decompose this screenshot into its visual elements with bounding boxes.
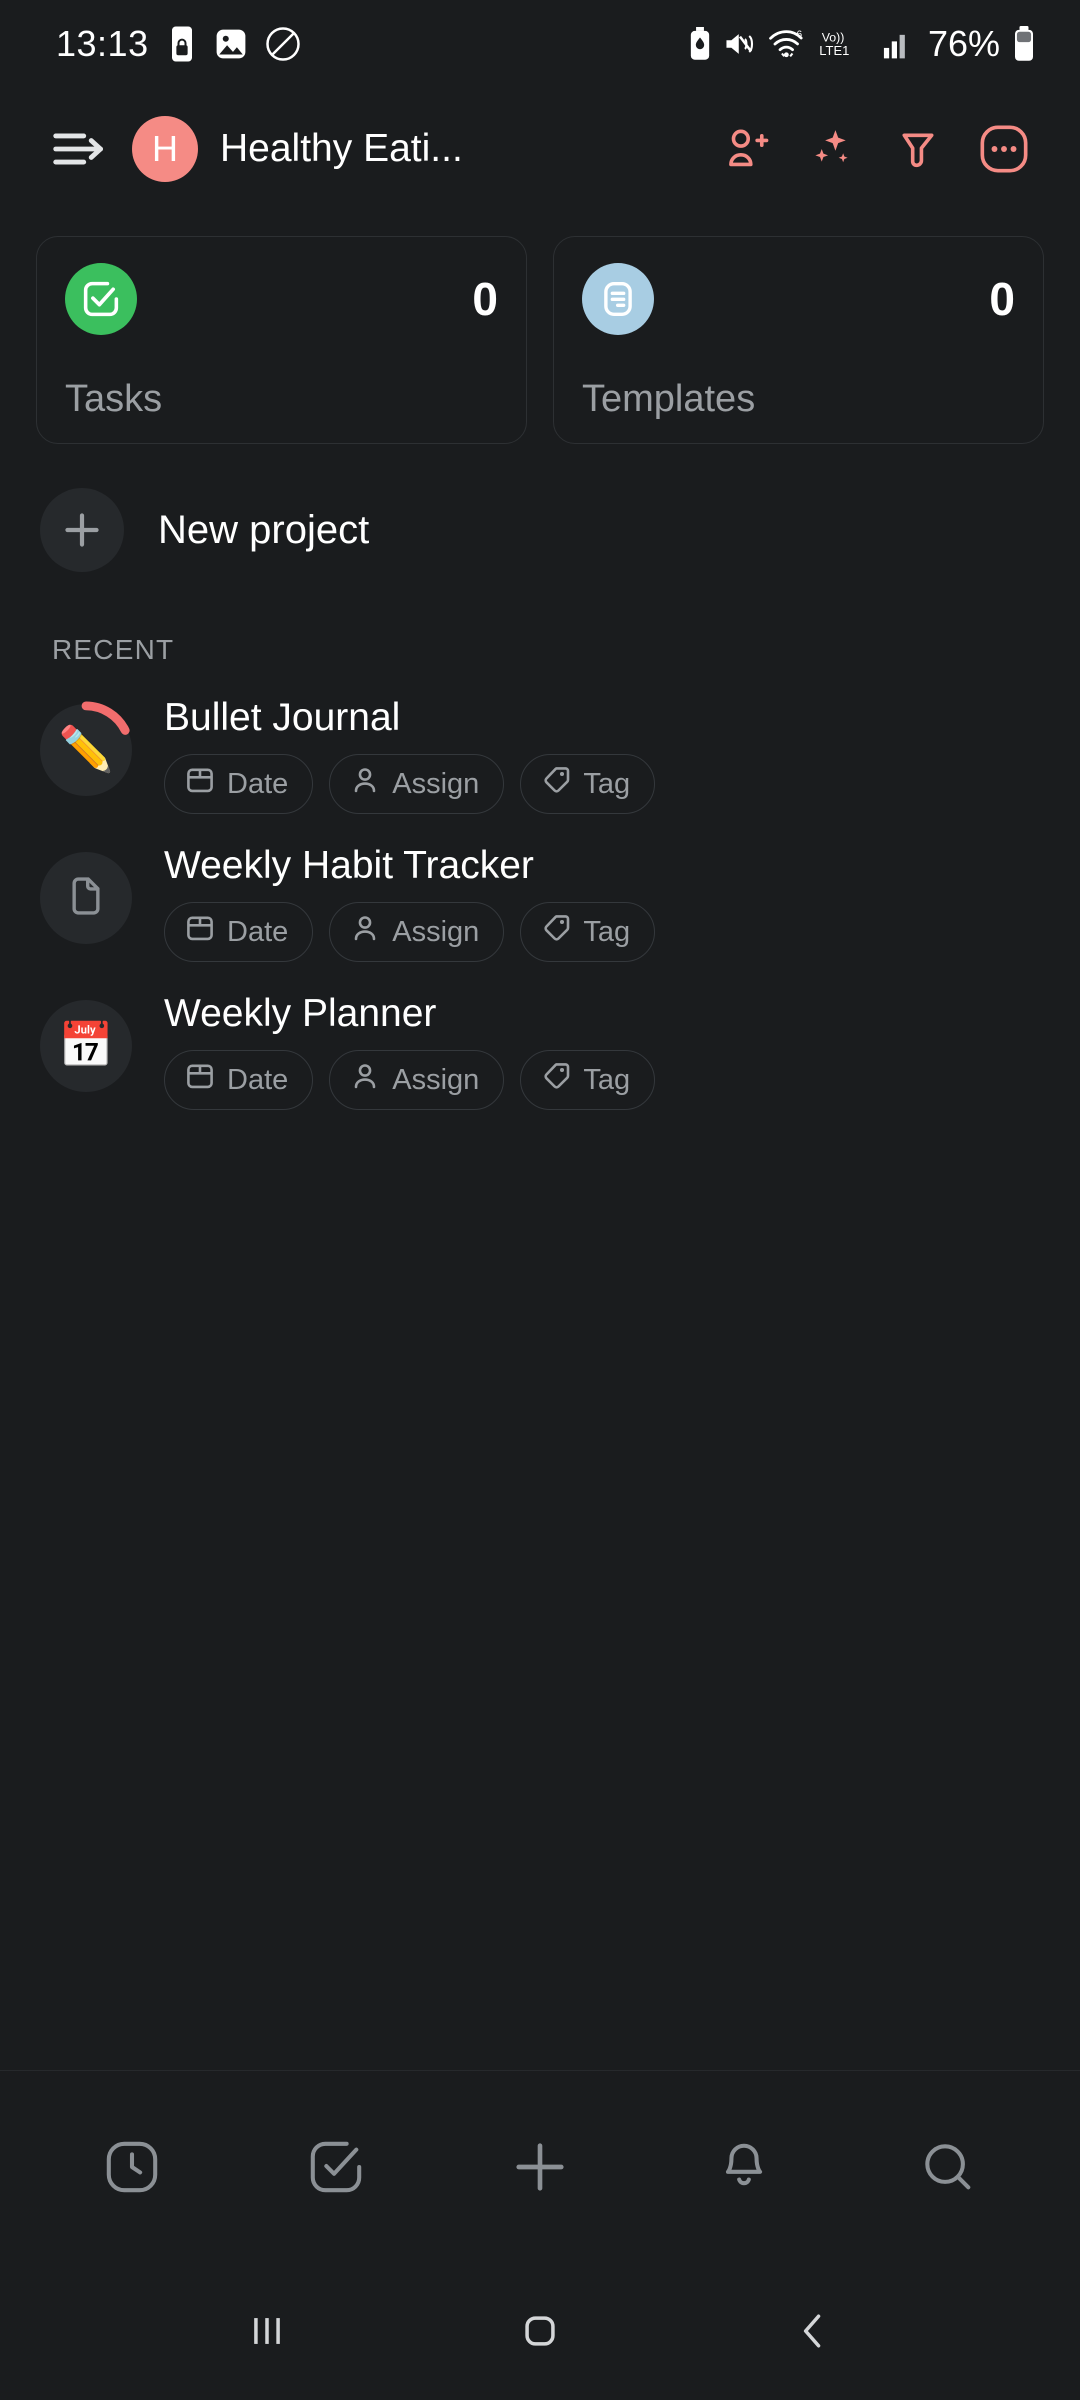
document-lines-icon [582,263,654,335]
person-icon [350,1061,380,1099]
bottom-navigation-bar [0,2070,1080,2262]
svg-text:6: 6 [796,30,802,41]
calendar-icon [185,913,215,951]
project-chips: Date Assign Tag [164,754,656,814]
page-title: Healthy Eati... [220,127,463,170]
search-icon[interactable] [888,2107,1008,2227]
stat-card-top: 0 [65,263,498,335]
project-body: Bullet Journal Date Assign Tag [164,694,656,814]
avatar-letter: H [152,128,178,169]
chip-label: Date [227,767,289,800]
chip-label: Tag [583,915,631,948]
stat-card-templates[interactable]: 0 Templates [553,236,1044,444]
check-square-icon [65,263,137,335]
calendar-icon [185,765,215,803]
calendar-icon [185,1061,215,1099]
battery-saver-icon [688,27,712,61]
stat-card-top: 0 [582,263,1015,335]
status-bar-right: 6 Vo)) LTE1 76% [688,23,1036,65]
home-icon[interactable] [485,2276,595,2386]
status-time: 13:13 [56,23,149,64]
circle-slash-icon [265,26,301,62]
tag-icon [541,1061,571,1099]
chip-assign[interactable]: Assign [329,1050,505,1110]
chip-label: Tag [583,767,631,800]
person-icon [350,913,380,951]
stat-card-tasks[interactable]: 0 Tasks [36,236,527,444]
list-item[interactable]: Weekly Habit Tracker Date Assign Tag [36,828,1044,976]
new-project-button[interactable]: New project [0,444,1080,582]
add-member-icon[interactable] [706,109,786,189]
file-outline-icon [64,874,108,923]
mute-icon [724,29,756,59]
project-avatar [40,852,132,944]
project-name: Weekly Habit Tracker [164,844,534,887]
chip-label: Assign [392,915,480,948]
avatar[interactable]: H [132,116,198,182]
chip-date[interactable]: Date [164,754,314,814]
notifications-bell-icon[interactable] [684,2107,804,2227]
new-project-label: New project [158,507,370,552]
battery-icon [1012,26,1036,62]
recent-clock-icon[interactable] [72,2107,192,2227]
chip-assign[interactable]: Assign [329,902,505,962]
battery-percent: 76% [927,23,1000,64]
wifi-6-icon: 6 [768,27,806,61]
list-item[interactable]: 📅 Weekly Planner Date Assign Tag [36,976,1044,1124]
image-icon [215,27,247,61]
header-actions [706,109,1044,189]
volte-lte1-icon: Vo)) LTE1 [818,27,870,61]
project-name: Weekly Planner [164,992,437,1035]
stat-label: Templates [582,378,756,420]
ai-sparkles-icon[interactable] [792,109,872,189]
stat-cards: 0 Tasks 0 Templates [0,210,1080,444]
project-body: Weekly Habit Tracker Date Assign Tag [164,842,656,962]
svg-text:LTE1: LTE1 [819,43,849,58]
drawer-arrow-icon[interactable] [44,113,116,185]
chip-label: Assign [392,767,480,800]
back-icon[interactable] [758,2276,868,2386]
plus-icon [40,488,124,572]
recents-icon[interactable] [212,2276,322,2386]
chip-label: Assign [392,1063,480,1096]
chip-tag[interactable]: Tag [520,754,656,814]
add-plus-icon[interactable] [480,2107,600,2227]
chip-date[interactable]: Date [164,1050,314,1110]
stat-count: 0 [472,273,498,325]
status-bar: 13:13 6 Vo)) LTE1 76% [0,0,1080,88]
progress-arc-icon [81,701,130,735]
project-avatar: ✏️ [40,701,132,796]
project-body: Weekly Planner Date Assign Tag [164,990,656,1110]
phone-lock-icon [167,25,197,63]
project-name: Bullet Journal [164,696,401,739]
chip-tag[interactable]: Tag [520,1050,656,1110]
calendar-emoji-icon: 📅 [58,1021,114,1070]
list-item[interactable]: ✏️ Bullet Journal Date Assign Tag [36,680,1044,828]
stat-label: Tasks [65,378,163,420]
chip-date[interactable]: Date [164,902,314,962]
chip-label: Date [227,915,289,948]
chip-label: Tag [583,1063,631,1096]
status-bar-left: 13:13 [56,23,301,65]
recent-project-list: ✏️ Bullet Journal Date Assign Tag Weekly… [0,680,1080,1124]
project-avatar: 📅 [40,1000,132,1092]
project-chips: Date Assign Tag [164,902,656,962]
tag-icon [541,913,571,951]
android-navigation-bar [0,2262,1080,2400]
chip-assign[interactable]: Assign [329,754,505,814]
chip-tag[interactable]: Tag [520,902,656,962]
stat-count: 0 [989,273,1015,325]
tasks-check-icon[interactable] [276,2107,396,2227]
signal-bars-icon [882,27,912,61]
project-chips: Date Assign Tag [164,1050,656,1110]
recent-section-header: RECENT [52,634,175,665]
app-header: H Healthy Eati... [0,88,1080,210]
filter-funnel-icon[interactable] [878,109,958,189]
more-options-icon[interactable] [964,109,1044,189]
chip-label: Date [227,1063,289,1096]
person-icon [350,765,380,803]
tag-icon [541,765,571,803]
